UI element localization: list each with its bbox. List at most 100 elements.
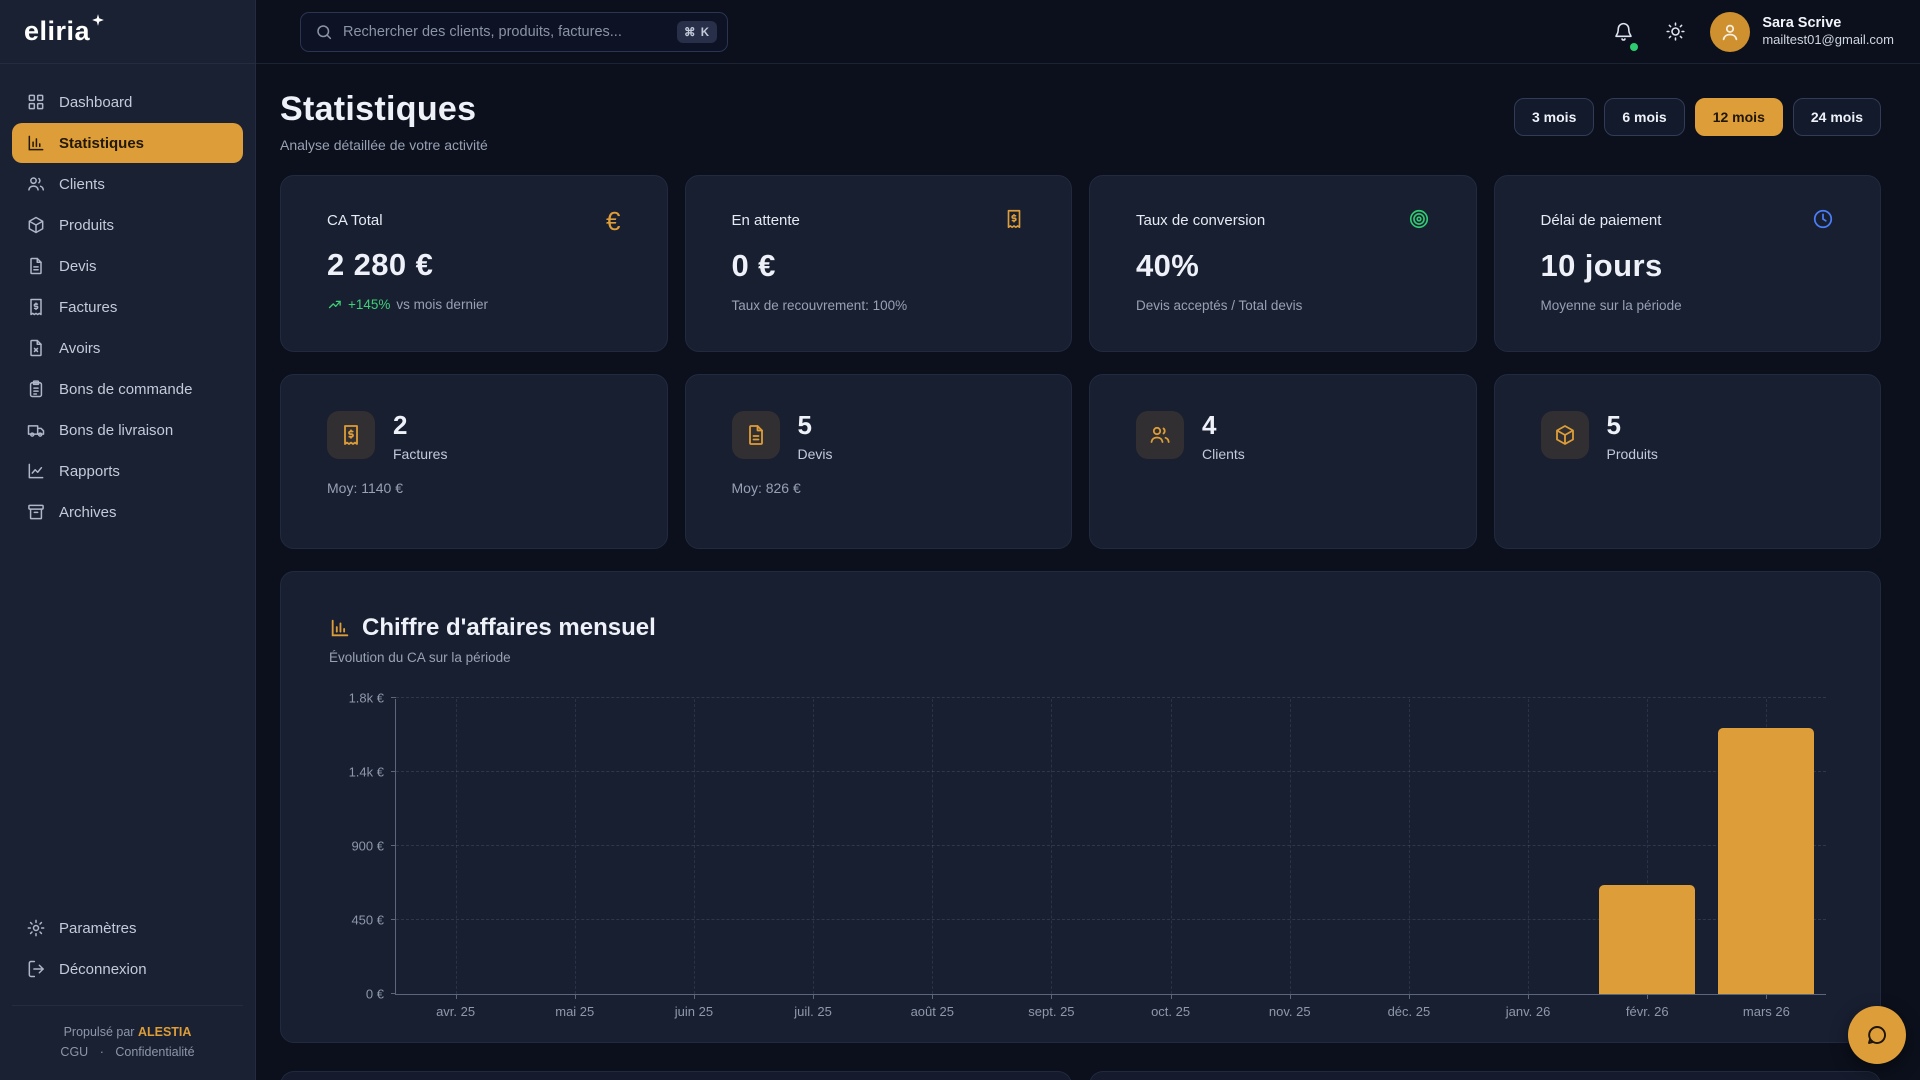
x-gridline — [694, 699, 695, 994]
kpi-card-ca-total: CA Total € 2 280 € +145% vs mois dernier — [280, 175, 668, 352]
sidebar-item-bons-de-commande[interactable]: Bons de commande — [12, 369, 243, 409]
cgu-link[interactable]: CGU — [60, 1045, 88, 1059]
kpi-label: En attente — [732, 212, 800, 229]
content: Statistiques Analyse détaillée de votre … — [256, 64, 1920, 1080]
chart-plot-wrap: 0 €450 €900 €1.4k €1.8k €avr. 25mai 25ju… — [395, 699, 1826, 995]
file-text-icon — [732, 411, 780, 459]
confidentialite-link[interactable]: Confidentialité — [115, 1045, 194, 1059]
x-tick — [1290, 994, 1291, 999]
topbar-right: Sara Scrive mailtest01@gmail.com — [1606, 12, 1894, 52]
archive-icon — [26, 502, 46, 522]
period-button-6-mois[interactable]: 6 mois — [1604, 98, 1684, 136]
powered-brand[interactable]: ALESTIA — [138, 1025, 191, 1039]
revenue-chart-card: Chiffre d'affaires mensuel Évolution du … — [280, 571, 1881, 1043]
x-gridline — [1290, 699, 1291, 994]
partial-card-right — [1089, 1071, 1881, 1080]
powered-by: Propulsé par ALESTIA — [22, 1022, 233, 1042]
search-input[interactable] — [343, 24, 667, 40]
kpi-card-en-attente: En attente 0 € Taux de recouvrement: 100… — [685, 175, 1073, 352]
x-tick-label: sept. 25 — [1028, 1004, 1074, 1019]
x-tick-label: févr. 26 — [1626, 1004, 1669, 1019]
sidebar-item-rapports[interactable]: Rapports — [12, 451, 243, 491]
clipboard-icon — [26, 379, 46, 399]
app-root: eliria Dashboard Statistiques Clients Pr… — [0, 0, 1920, 1080]
x-gridline — [575, 699, 576, 994]
page-heading: Statistiques Analyse détaillée de votre … — [280, 90, 488, 153]
sidebar-item-bons-de-livraison[interactable]: Bons de livraison — [12, 410, 243, 450]
x-tick-label: mai 25 — [555, 1004, 594, 1019]
period-button-3-mois[interactable]: 3 mois — [1514, 98, 1594, 136]
x-tick-label: mars 26 — [1743, 1004, 1790, 1019]
notifications-button[interactable] — [1606, 15, 1640, 49]
count-text: 5 Devis — [798, 411, 833, 462]
sidebar-item-label: Rapports — [59, 463, 120, 480]
kpi-sub: +145% vs mois dernier — [327, 297, 621, 312]
chart-title: Chiffre d'affaires mensuel — [362, 614, 656, 642]
x-gridline — [1051, 699, 1052, 994]
sidebar-item-avoirs[interactable]: Avoirs — [12, 328, 243, 368]
count-card-clients: 4 Clients — [1089, 374, 1477, 549]
user-name: Sara Scrive — [1762, 14, 1894, 32]
count-card-produits: 5 Produits — [1494, 374, 1882, 549]
sidebar-item-label: Bons de commande — [59, 381, 192, 398]
search-box[interactable]: ⌘ K — [300, 12, 728, 52]
logo[interactable]: eliria — [0, 0, 255, 64]
bar-chart-icon — [26, 133, 46, 153]
kpi-value: 2 280 € — [327, 247, 621, 283]
sidebar-item-label: Produits — [59, 217, 114, 234]
x-tick-label: nov. 25 — [1269, 1004, 1311, 1019]
topbar: ⌘ K Sara Scrive mailtest01@gmail.com — [256, 0, 1920, 64]
x-tick — [1171, 994, 1172, 999]
user-menu[interactable]: Sara Scrive mailtest01@gmail.com — [1710, 12, 1894, 52]
x-gridline — [813, 699, 814, 994]
receipt-icon — [26, 297, 46, 317]
kpi-label: Délai de paiement — [1541, 212, 1662, 229]
kpi-label: CA Total — [327, 212, 383, 229]
period-filter: 3 mois 6 mois 12 mois 24 mois — [1514, 98, 1881, 136]
file-x-icon — [26, 338, 46, 358]
theme-toggle-button[interactable] — [1658, 15, 1692, 49]
bell-icon — [1613, 21, 1634, 42]
sidebar-item-label: Factures — [59, 299, 117, 316]
shortcut-badge: ⌘ K — [677, 21, 717, 43]
period-button-24-mois[interactable]: 24 mois — [1793, 98, 1881, 136]
package-icon — [26, 215, 46, 235]
sidebar-item-parametres[interactable]: Paramètres — [12, 908, 243, 948]
count-text: 4 Clients — [1202, 411, 1245, 462]
sidebar-spacer — [0, 533, 255, 908]
logout-icon — [26, 959, 46, 979]
powered-prefix: Propulsé par — [64, 1025, 135, 1039]
sidebar-item-devis[interactable]: Devis — [12, 246, 243, 286]
x-gridline — [1409, 699, 1410, 994]
count-label: Clients — [1202, 446, 1245, 462]
sidebar-item-deconnexion[interactable]: Déconnexion — [12, 949, 243, 989]
revenue-bar[interactable] — [1718, 728, 1814, 994]
users-icon — [1136, 411, 1184, 459]
sidebar-item-factures[interactable]: Factures — [12, 287, 243, 327]
y-tick — [391, 771, 396, 772]
package-icon — [1541, 411, 1589, 459]
y-gridline — [396, 845, 1826, 846]
page-subtitle: Analyse détaillée de votre activité — [280, 137, 488, 153]
count-value: 5 — [798, 411, 833, 440]
x-tick — [694, 994, 695, 999]
count-value: 2 — [393, 411, 447, 440]
y-tick-label: 450 € — [324, 913, 384, 928]
sidebar-item-dashboard[interactable]: Dashboard — [12, 82, 243, 122]
x-tick — [1647, 994, 1648, 999]
x-tick — [456, 994, 457, 999]
period-button-12-mois[interactable]: 12 mois — [1695, 98, 1783, 136]
sidebar-item-produits[interactable]: Produits — [12, 205, 243, 245]
sidebar-item-clients[interactable]: Clients — [12, 164, 243, 204]
kpi-value: 40% — [1136, 248, 1430, 284]
truck-icon — [26, 420, 46, 440]
y-tick — [391, 845, 396, 846]
legal-links: CGU · Confidentialité — [22, 1042, 233, 1062]
search-icon — [315, 23, 333, 41]
sidebar-item-statistiques[interactable]: Statistiques — [12, 123, 243, 163]
count-text: 2 Factures — [393, 411, 447, 462]
sidebar-item-archives[interactable]: Archives — [12, 492, 243, 532]
revenue-bar[interactable] — [1599, 885, 1695, 994]
chat-fab-button[interactable] — [1848, 1006, 1906, 1064]
count-sub: Moy: 826 € — [732, 480, 1026, 496]
